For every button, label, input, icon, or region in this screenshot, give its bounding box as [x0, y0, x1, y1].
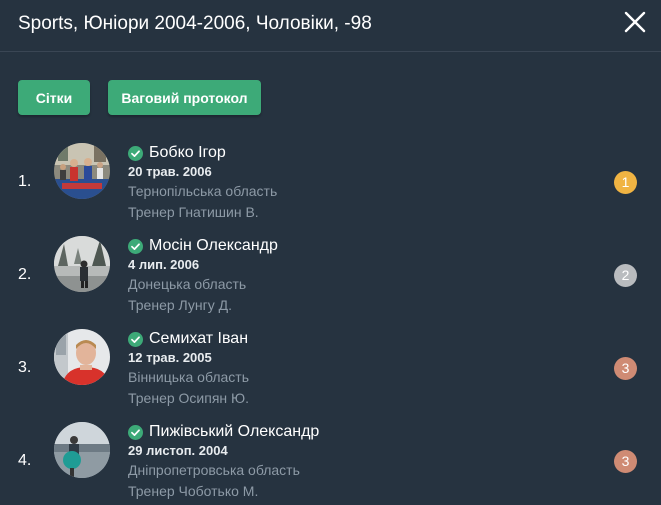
rank-number: 1.: [18, 173, 32, 190]
place-badge: 2: [614, 264, 637, 287]
athlete-row[interactable]: 1. Бобко Ігор 20 трав. 2006 Тернопільськ…: [0, 143, 661, 231]
athlete-row[interactable]: 3. Семихат Іван 12 трав. 2005 Вінницька …: [0, 329, 661, 417]
athlete-info: Пижівський Олександр 29 листоп. 2004 Дні…: [128, 422, 319, 502]
rank-number: 4.: [18, 452, 32, 469]
athlete-coach: Тренер Осипян Ю.: [128, 390, 250, 406]
athlete-info: Мосін Олександр 4 лип. 2006 Донецька обл…: [128, 236, 278, 316]
athlete-region: Тернопільська область: [128, 183, 278, 199]
athlete-region: Дніпропетровська область: [128, 462, 300, 478]
athlete-coach: Тренер Лунгу Д.: [128, 297, 232, 313]
close-icon[interactable]: [623, 10, 647, 34]
athlete-name[interactable]: Пижівський Олександр: [149, 423, 319, 441]
athlete-coach: Тренер Чоботько М.: [128, 483, 259, 499]
athlete-region: Донецька область: [128, 276, 247, 292]
verified-check-icon: [128, 145, 143, 161]
rank-number: 3.: [18, 359, 32, 376]
action-buttons: Сітки Ваговий протокол: [18, 80, 261, 115]
place-badge: 1: [614, 171, 637, 194]
athlete-name[interactable]: Мосін Олександр: [149, 237, 278, 255]
verified-check-icon: [128, 238, 143, 254]
dialog-title: Sports, Юніори 2004-2006, Чоловіки, -98: [18, 13, 372, 34]
verified-check-icon: [128, 424, 143, 440]
athlete-row[interactable]: 4. Пижівський Олександр 29 листоп. 2004 …: [0, 422, 661, 505]
athlete-coach: Тренер Гнатишин В.: [128, 204, 259, 220]
athlete-avatar[interactable]: [54, 329, 110, 385]
athlete-info: Бобко Ігор 20 трав. 2006 Тернопільська о…: [128, 143, 277, 223]
athlete-birthdate: 12 трав. 2005: [128, 350, 212, 365]
athlete-avatar[interactable]: [54, 422, 110, 478]
rank-number: 2.: [18, 266, 32, 283]
athlete-avatar[interactable]: [54, 143, 110, 199]
athlete-region: Вінницька область: [128, 369, 249, 385]
athlete-row[interactable]: 2. Мосін Олександр 4 лип. 2006 Донецька …: [0, 236, 661, 324]
dialog-header: Sports, Юніори 2004-2006, Чоловіки, -98: [0, 0, 661, 52]
athlete-info: Семихат Іван 12 трав. 2005 Вінницька обл…: [128, 329, 249, 409]
athlete-birthdate: 20 трав. 2006: [128, 164, 212, 179]
athlete-name[interactable]: Бобко Ігор: [149, 144, 226, 162]
verified-check-icon: [128, 331, 143, 347]
results-dialog: Sports, Юніори 2004-2006, Чоловіки, -98 …: [0, 0, 661, 505]
place-badge: 3: [614, 450, 637, 473]
athlete-birthdate: 29 листоп. 2004: [128, 443, 228, 458]
athlete-name[interactable]: Семихат Іван: [149, 330, 248, 348]
athlete-birthdate: 4 лип. 2006: [128, 257, 200, 272]
athlete-avatar[interactable]: [54, 236, 110, 292]
place-badge: 3: [614, 357, 637, 380]
grids-button[interactable]: Сітки: [18, 80, 90, 115]
weight-protocol-button[interactable]: Ваговий протокол: [108, 80, 261, 115]
